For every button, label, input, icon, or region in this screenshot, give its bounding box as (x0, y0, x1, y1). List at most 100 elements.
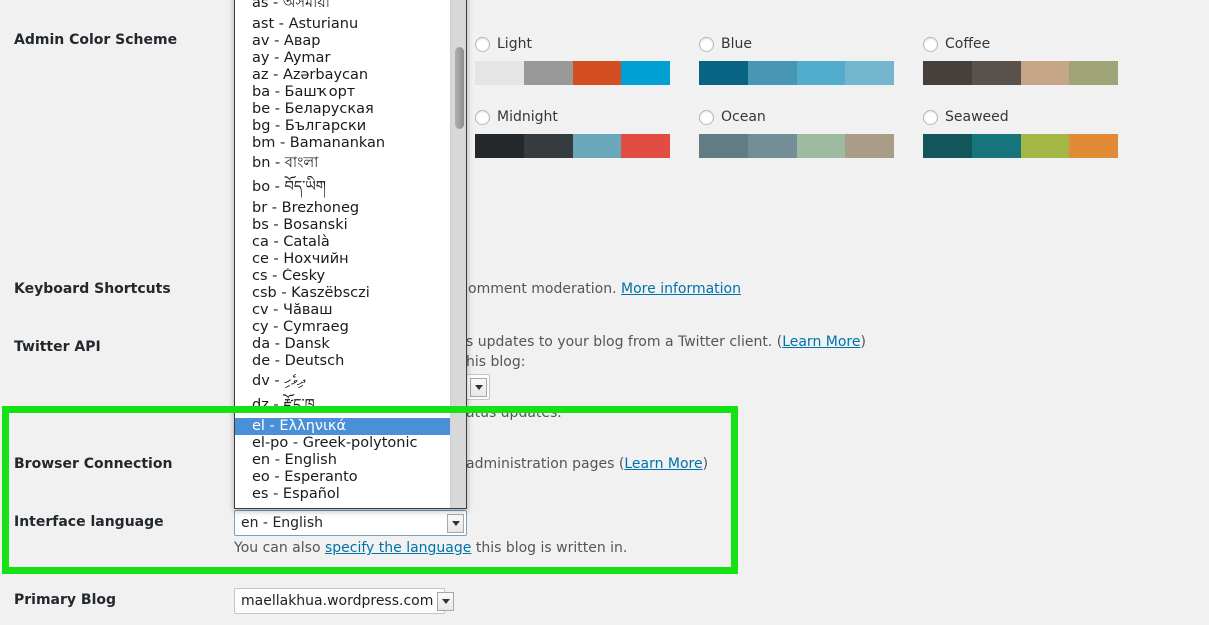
swatch-color (971, 61, 1021, 85)
keyboard-shortcuts-description: omment moderation. More information (468, 279, 741, 299)
color-scheme-blue-label: Blue (721, 36, 752, 52)
color-scheme-light-head[interactable]: Light (475, 34, 670, 54)
chevron-down-icon[interactable] (447, 513, 464, 533)
color-scheme-seaweed[interactable]: Seaweed (923, 107, 1118, 158)
color-scheme-midnight-head[interactable]: Midnight (475, 107, 670, 127)
swatch-color (923, 61, 972, 85)
swatch-color (621, 61, 670, 85)
language-option-list[interactable]: as - অসমীয়া ast - Asturianu av - Авар ay -… (235, 0, 451, 503)
interface-language-select[interactable]: en - English (234, 510, 467, 536)
chevron-down-icon[interactable] (470, 377, 487, 397)
dropdown-scrollbar-thumb[interactable] (455, 47, 464, 129)
browser-connection-description: administration pages (Learn More) (466, 454, 708, 474)
language-option[interactable]: el-po - Greek-polytonic (235, 435, 451, 452)
swatch-color (475, 61, 524, 85)
radio-seaweed[interactable] (923, 109, 938, 125)
swatch-color (747, 134, 797, 158)
label-interface-language: Interface language (14, 514, 164, 530)
language-option[interactable]: dv - ދިވެހި (235, 370, 451, 394)
swatch-color (523, 134, 573, 158)
interface-language-description: You can also specify the language this b… (234, 538, 627, 558)
language-option[interactable]: es - Español (235, 486, 451, 503)
swatch-color (747, 61, 797, 85)
language-option[interactable]: bm - Bamanankan (235, 135, 451, 152)
swatch-color (1069, 134, 1118, 158)
twitter-api-description: s updates to your blog from a Twitter cl… (466, 332, 886, 372)
more-information-link[interactable]: More information (621, 281, 741, 297)
language-option[interactable]: cy - Cymraeg (235, 319, 451, 336)
language-option[interactable]: da - Dansk (235, 336, 451, 353)
color-scheme-seaweed-label: Seaweed (945, 109, 1009, 125)
language-option[interactable]: bg - Български (235, 118, 451, 135)
swatch-color (845, 134, 894, 158)
language-option[interactable]: ce - Нохчийн (235, 251, 451, 268)
swatch-color (699, 61, 748, 85)
language-option[interactable]: av - Авар (235, 33, 451, 50)
color-scheme-blue[interactable]: Blue (699, 34, 894, 85)
language-option[interactable]: cs - Česky (235, 268, 451, 285)
radio-midnight[interactable] (475, 109, 490, 125)
swatch-color (971, 134, 1021, 158)
radio-light[interactable] (475, 36, 490, 52)
swatch-color (796, 61, 846, 85)
language-option[interactable]: ca - Català (235, 234, 451, 251)
browser-connection-text: administration pages ( (466, 456, 625, 472)
swatch-color (1069, 61, 1118, 85)
swatch-color (523, 61, 573, 85)
language-option[interactable]: bn - বাংলা (235, 152, 451, 176)
language-option[interactable]: dz - རྫོང་ཁ (235, 394, 451, 418)
primary-blog-select[interactable]: maellakhua.wordpress.com (234, 588, 455, 614)
color-scheme-coffee-label: Coffee (945, 36, 991, 52)
color-scheme-seaweed-head[interactable]: Seaweed (923, 107, 1118, 127)
chevron-down-icon[interactable] (437, 591, 455, 611)
twitter-api-text-line2: his blog: (466, 354, 526, 370)
label-twitter-api: Twitter API (14, 339, 101, 355)
browser-connection-text-tail: ) (702, 456, 709, 472)
swatch-light (475, 61, 670, 85)
language-option[interactable]: ba - Башҡорт (235, 84, 451, 101)
color-scheme-coffee[interactable]: Coffee (923, 34, 1118, 85)
label-keyboard-shortcuts: Keyboard Shortcuts (14, 281, 171, 297)
language-option[interactable]: en - English (235, 452, 451, 469)
language-option[interactable]: br - Brezhoneg (235, 200, 451, 217)
language-option[interactable]: bo - བོད་ཡིག (235, 176, 451, 200)
color-scheme-coffee-head[interactable]: Coffee (923, 34, 1118, 54)
swatch-color (1020, 61, 1070, 85)
color-scheme-ocean-head[interactable]: Ocean (699, 107, 894, 127)
swatch-blue (699, 61, 894, 85)
language-option[interactable]: az - Azərbaycan (235, 67, 451, 84)
radio-coffee[interactable] (923, 36, 938, 52)
language-option[interactable]: csb - Kaszëbsczi (235, 285, 451, 302)
language-option[interactable]: ast - Asturianu (235, 16, 451, 33)
swatch-color (923, 134, 972, 158)
twitter-api-status-text: atus updates. (466, 403, 562, 423)
language-dropdown-popup[interactable]: as - অসমীয়া ast - Asturianu av - Авар ay -… (234, 0, 467, 509)
language-option[interactable]: de - Deutsch (235, 353, 451, 370)
swatch-seaweed (923, 134, 1118, 158)
language-option[interactable]: as - অসমীয়া (235, 0, 451, 16)
twitter-learn-more-link[interactable]: Learn More (782, 334, 860, 350)
color-scheme-midnight-label: Midnight (497, 109, 558, 125)
language-option[interactable]: ay - Aymar (235, 50, 451, 67)
radio-blue[interactable] (699, 36, 714, 52)
swatch-color (621, 134, 670, 158)
color-scheme-blue-head[interactable]: Blue (699, 34, 894, 54)
radio-ocean[interactable] (699, 109, 714, 125)
language-option-selected[interactable]: el - Ελληνικά (235, 418, 451, 435)
swatch-color (699, 134, 748, 158)
color-scheme-midnight[interactable]: Midnight (475, 107, 670, 158)
language-option[interactable]: cv - Чăваш (235, 302, 451, 319)
dropdown-scrollbar[interactable] (450, 0, 466, 508)
interface-language-desc-after: this blog is written in. (471, 540, 628, 556)
primary-blog-select-value: maellakhua.wordpress.com (241, 593, 434, 609)
language-option[interactable]: be - Беларуская (235, 101, 451, 118)
language-option[interactable]: bs - Bosanski (235, 217, 451, 234)
language-option[interactable]: eo - Esperanto (235, 469, 451, 486)
swatch-color (572, 61, 622, 85)
color-scheme-light[interactable]: Light (475, 34, 670, 85)
swatch-coffee (923, 61, 1118, 85)
specify-the-language-link[interactable]: specify the language (325, 540, 471, 556)
browser-connection-learn-more-link[interactable]: Learn More (624, 456, 702, 472)
color-scheme-ocean[interactable]: Ocean (699, 107, 894, 158)
swatch-color (796, 134, 846, 158)
